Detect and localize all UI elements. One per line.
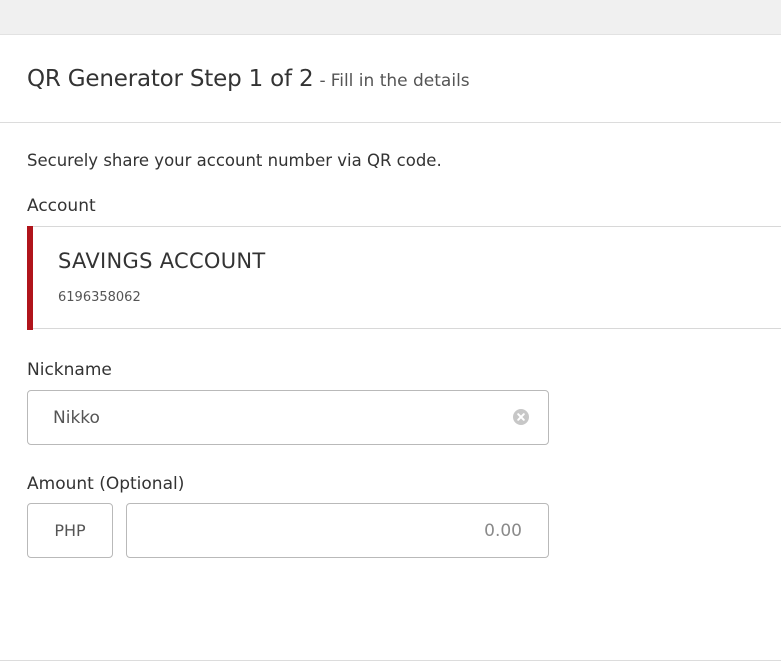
amount-input[interactable]: [127, 504, 548, 557]
account-number: 6196358062: [58, 290, 141, 305]
nickname-input[interactable]: [28, 391, 548, 444]
amount-field-container: [126, 503, 549, 558]
clear-circle-x-icon[interactable]: [513, 409, 529, 425]
intro-text: Securely share your account number via Q…: [27, 151, 442, 170]
account-card[interactable]: SAVINGS ACCOUNT 6196358062: [27, 226, 781, 330]
nickname-field-container: [27, 390, 549, 445]
account-type: SAVINGS ACCOUNT: [58, 249, 266, 273]
currency-field: PHP: [27, 503, 113, 558]
page-title: QR Generator Step 1 of 2- Fill in the de…: [27, 66, 470, 92]
step-title: QR Generator Step 1 of 2: [27, 66, 314, 92]
amount-label: Amount (Optional): [27, 474, 185, 494]
page-header: QR Generator Step 1 of 2- Fill in the de…: [0, 35, 781, 123]
currency-code: PHP: [54, 521, 86, 540]
top-bar: [0, 0, 781, 35]
bottom-divider: [0, 660, 781, 661]
title-separator: -: [319, 71, 326, 91]
account-label: Account: [27, 196, 96, 216]
account-accent-bar: [27, 226, 33, 330]
nickname-label: Nickname: [27, 360, 112, 380]
step-subtitle: Fill in the details: [330, 71, 470, 91]
